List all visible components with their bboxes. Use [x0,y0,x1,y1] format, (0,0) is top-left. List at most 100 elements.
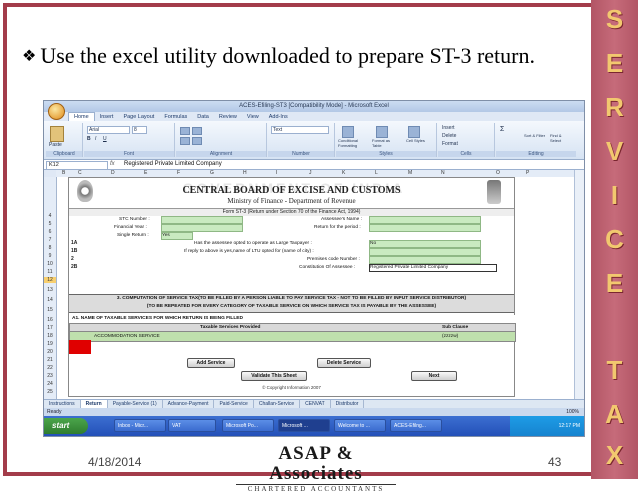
fx-icon[interactable]: fx [110,160,115,169]
row-header[interactable]: 9 [44,253,56,259]
row-header[interactable]: 19 [44,341,56,347]
row-header[interactable]: 15 [44,307,56,313]
side-letter: A [605,399,624,429]
row-header[interactable]: 22 [44,365,56,371]
column-header[interactable]: K [342,170,345,177]
delete-service-button[interactable]: Delete Service [317,358,371,368]
premises-code-input[interactable] [369,256,481,264]
row-header[interactable]: 6 [44,229,56,235]
column-header[interactable]: O [496,170,500,177]
conditional-formatting-icon[interactable] [342,126,354,138]
number-format-select[interactable]: Text [271,126,329,134]
row-header[interactable]: 16 [44,317,56,323]
validate-sheet-button[interactable]: Validate This Sheet [241,371,307,381]
row-header[interactable]: 23 [44,373,56,379]
column-header[interactable]: N [441,170,445,177]
row-header[interactable]: 21 [44,357,56,363]
formula-input[interactable]: Registered Private Limited Company [124,160,222,169]
group-label: Number [268,151,334,157]
row-header[interactable]: 17 [44,325,56,331]
align-left-icon[interactable] [180,137,190,145]
form-title: CENTRAL BOARD OF EXCISE AND CUSTOMS [182,185,401,196]
group-number: Text Number [268,123,335,157]
column-header[interactable]: F [177,170,180,177]
autosum-icon[interactable]: Σ [500,126,504,133]
row-header[interactable]: 14 [44,297,56,303]
row-header[interactable]: 5 [44,221,56,227]
row-header[interactable]: 25 [44,389,56,395]
cell-styles-icon[interactable] [408,126,420,138]
add-service-button[interactable]: Add Service [187,358,235,368]
return-period-input[interactable] [369,224,481,232]
windows-taskbar: start Inbox - Micr... VAT Microsoft Po..… [44,416,584,436]
paste-icon[interactable] [50,126,64,142]
row-header[interactable]: 24 [44,381,56,387]
font-name-select[interactable]: Arial [87,126,130,134]
format-as-table-icon[interactable] [376,126,388,138]
row-header[interactable]: 20 [44,349,56,355]
insert-button[interactable]: Insert [442,125,455,131]
italic-button[interactable]: I [95,136,96,142]
group-font: Arial 8 B I U Font [84,123,175,157]
sub-clause-value: (zzzzw) [442,334,459,339]
align-top-icon[interactable] [180,127,190,135]
next-button[interactable]: Next [411,371,457,381]
zoom-level[interactable]: 100% [566,408,579,416]
format-button[interactable]: Format [442,141,458,147]
vertical-scrollbar[interactable] [574,170,584,399]
column-header[interactable]: E [144,170,147,177]
column-header[interactable]: I [276,170,277,177]
group-label: Alignment [176,151,266,157]
taskbar-item[interactable]: Microsoft ... [278,419,330,432]
column-header[interactable]: C [78,170,82,177]
premises-code-label: Premises code Number : [307,257,360,262]
section-3-line-1: 3. COMPUTATION OF SERVICE TAX(TO BE FILL… [116,296,467,301]
sort-filter-button[interactable]: Sort & Filter [524,133,546,138]
column-header[interactable]: D [111,170,115,177]
row-header[interactable]: 11 [44,269,56,275]
st3-form: GOVERNMENT OF INDIA CENTRAL BOARD OF EXC… [68,177,517,397]
row-header[interactable]: 18 [44,333,56,339]
column-header[interactable]: L [375,170,378,177]
column-header[interactable]: B [62,170,65,177]
column-header[interactable]: G [210,170,214,177]
constitution-select[interactable]: Registered Private Limited Company [369,264,497,272]
taskbar-item[interactable]: Microsoft Po... [222,419,274,432]
column-header[interactable]: P [526,170,529,177]
taxable-service-row[interactable]: ACCOMMODATION SERVICE (zzzzw) [69,331,516,342]
row-header[interactable]: 10 [44,261,56,267]
delete-button[interactable]: Delete [442,133,456,139]
ltu-input[interactable] [369,248,481,256]
financial-year-input[interactable] [161,224,243,232]
font-size-select[interactable]: 8 [132,126,147,134]
row-header[interactable]: 12 [44,277,56,283]
column-header[interactable]: J [309,170,312,177]
stc-number-input[interactable] [161,216,243,224]
single-return-label: Single Return : [117,233,149,238]
underline-button[interactable]: U [103,136,107,142]
bold-button[interactable]: B [87,136,91,142]
row-header[interactable]: 7 [44,237,56,243]
taskbar-item[interactable]: Welcome to ... [334,419,386,432]
row-header[interactable]: 8 [44,245,56,251]
large-taxpayer-input[interactable]: No [369,240,481,248]
office-button-icon[interactable] [48,103,65,120]
column-header[interactable]: M [408,170,412,177]
column-header[interactable]: H [243,170,247,177]
align-middle-icon[interactable] [192,127,202,135]
system-tray-clock[interactable]: 12:17 PM [510,416,584,436]
group-label: Font [84,151,174,157]
status-text: Ready [47,409,62,415]
single-return-input[interactable]: Yes [161,232,193,240]
assessee-name-input[interactable] [369,216,481,224]
taskbar-item[interactable]: Inbox - Micr... [114,419,166,432]
row-header[interactable]: 4 [44,213,56,219]
start-button[interactable]: start [44,418,88,434]
name-box[interactable]: K12 [46,161,108,170]
align-center-icon[interactable] [192,137,202,145]
row-header[interactable]: 13 [44,287,56,293]
taskbar-item[interactable]: VAT [168,419,216,432]
side-letter: E [605,48,624,78]
taskbar-item[interactable]: ACES-Efilng... [390,419,442,432]
find-select-button[interactable]: Find & Select [550,133,572,143]
